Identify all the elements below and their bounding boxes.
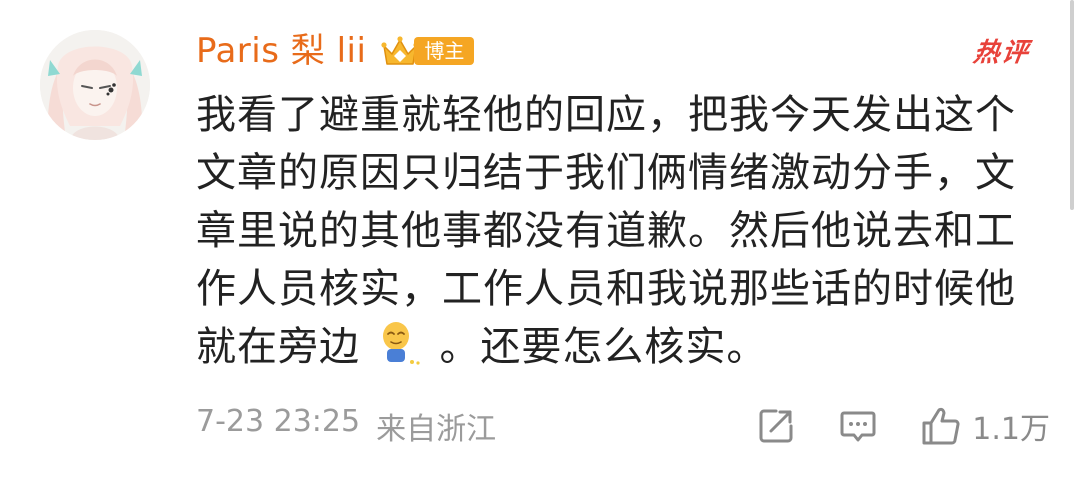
comment-timestamp: 7-23 23:25: [196, 404, 361, 439]
comment-location: 来自浙江: [376, 412, 497, 447]
like-button[interactable]: 1.1万: [920, 404, 1050, 448]
scrollbar[interactable]: [1070, 0, 1074, 210]
like-count: 1.1万: [972, 412, 1050, 447]
share-button[interactable]: [756, 406, 796, 446]
comment-icon: [840, 411, 876, 442]
blogger-badge: 博主: [380, 34, 475, 68]
share-icon: [759, 409, 793, 443]
comment-footer: 7-23 23:25 来自浙江 1.1万: [196, 400, 1050, 452]
username[interactable]: Paris 梨 lii: [196, 26, 366, 76]
username-row: Paris 梨 lii 博主: [196, 26, 475, 76]
reply-button[interactable]: [838, 406, 878, 446]
comment-text-part-2: 。还要怎么核实。: [439, 324, 768, 370]
thumbs-up-icon: [922, 407, 960, 445]
comment-meta: 7-23 23:25 来自浙江: [196, 404, 496, 448]
comment-text: 我看了避重就轻他的回应，把我今天发出这个文章的原因只归结于我们俩情绪激动分手，文…: [196, 86, 1026, 376]
anime-girl-avatar-icon: [40, 30, 150, 140]
hot-comment-tag: 热评: [971, 38, 1032, 68]
user-avatar[interactable]: [40, 30, 150, 140]
badge-label: 博主: [414, 37, 475, 65]
comment-card: Paris 梨 lii 博主 热评 我看了避重就轻他的回应，把我今天发出这个文章…: [0, 0, 1080, 477]
pee-emoji-icon: [382, 322, 420, 365]
comment-actions: 1.1万: [756, 404, 1050, 448]
